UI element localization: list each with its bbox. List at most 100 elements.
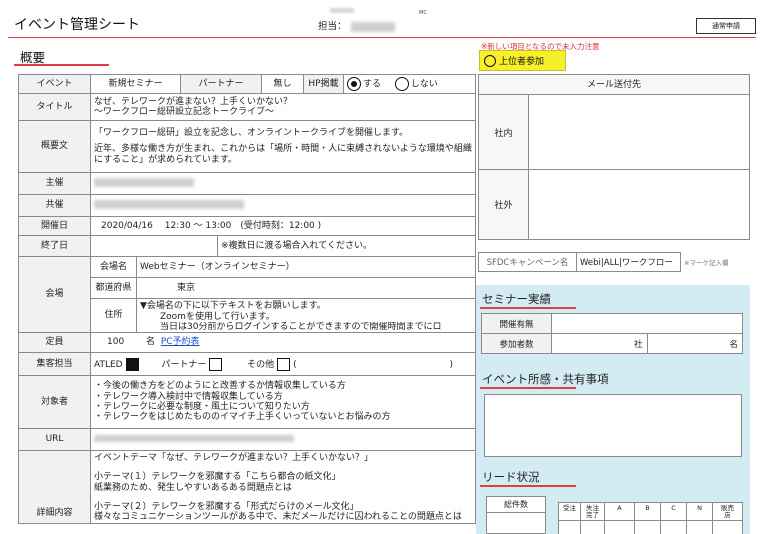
- prefecture-label: 都道府県: [90, 277, 137, 299]
- upper-join-toggle[interactable]: 上位者参加: [479, 50, 566, 71]
- title-label: タイトル: [18, 93, 91, 121]
- details-line-2: 小テーマ(１）テレワークを邪魔する「こちら都合の紙文化」: [94, 472, 341, 483]
- title-line-1: なぜ、テレワークが進まない？上手くいかない？: [94, 96, 293, 107]
- summary-field[interactable]: 「ワークフロー総研」設立を記念し、オンライントークライブを開催します。 近年、多…: [89, 120, 477, 173]
- partner-value[interactable]: 無し: [261, 74, 305, 94]
- summary-line-1: 「ワークフロー総研」設立を記念し、オンライントークライブを開催します。: [94, 127, 409, 138]
- venue-label: 会場: [18, 256, 91, 333]
- atled-label: ATLED: [94, 359, 123, 370]
- overview-underline: [14, 64, 109, 66]
- owner-name-redacted: [350, 21, 395, 32]
- leads-area: 総件数 受注 失注 完了 A B C N 販売 店: [484, 494, 743, 534]
- partner-option-label: パートナー: [161, 359, 207, 370]
- hp-radio-group: する しない: [343, 74, 477, 94]
- lead-cell[interactable]: [634, 520, 661, 534]
- date-field[interactable]: 2020/04/16 12:30 ～ 13:00 (受付時刻：12:00 ): [89, 216, 477, 236]
- mail-external-field[interactable]: [529, 170, 749, 239]
- recruit-field: ATLED パートナー その他 ( ): [89, 352, 477, 376]
- title-field[interactable]: なぜ、テレワークが進まない？上手くいかない？ ～ワークフロー総研設立記念トークラ…: [89, 93, 477, 121]
- url-field[interactable]: [89, 428, 477, 451]
- hp-no-label: しない: [410, 79, 438, 90]
- lead-cell[interactable]: [604, 520, 635, 534]
- cohost-field[interactable]: [89, 194, 477, 217]
- audience-item: ・テレワーク導入検討中で情報収集している方: [94, 391, 283, 402]
- lead-total-field[interactable]: [487, 513, 545, 533]
- audience-field[interactable]: ・今後の働き方をどのようにと改善するか情報収集している方 ・テレワーク導入検討中…: [89, 375, 477, 429]
- prefecture-value[interactable]: 東京: [135, 277, 477, 299]
- sfdc-marketing-note: ※マーケ記入欄: [684, 259, 729, 267]
- summary-line-2: 近年、多様な働き方が生まれ、これからは「場所・時間・人に束縛されないような環境や…: [94, 144, 472, 165]
- host-label: 主催: [18, 172, 91, 195]
- owner-label: 担当：: [318, 21, 347, 32]
- mail-recipients-box: メール送付先 社内 社外: [478, 74, 750, 240]
- leads-heading: リード状況: [482, 470, 540, 484]
- audience-label: 対象者: [18, 375, 91, 429]
- end-date-label: 終了日: [18, 235, 91, 257]
- checkbox-checked-icon[interactable]: [125, 357, 139, 371]
- audience-item: ・テレワークに必要な制度・風土について知りたい方: [94, 402, 310, 412]
- impressions-underline: [480, 387, 576, 389]
- mail-internal-label: 社内: [479, 95, 529, 169]
- lead-cell[interactable]: [558, 520, 581, 534]
- sfdc-campaign-value[interactable]: Webi|ALL|ワークフロー: [577, 252, 681, 272]
- hp-label: HP掲載: [303, 74, 345, 94]
- details-label: 詳細内容: [18, 450, 91, 524]
- impressions-textarea[interactable]: [484, 394, 742, 457]
- end-date-field[interactable]: [89, 235, 219, 257]
- address-line-3: 当日は30分前からログインすることができますので開催時間までにロ: [160, 321, 442, 330]
- mail-external-label: 社外: [479, 170, 529, 239]
- checkbox-partner-icon[interactable]: [209, 357, 223, 371]
- url-label: URL: [18, 428, 91, 451]
- event-label: イベント: [18, 74, 91, 94]
- lead-cell[interactable]: [712, 520, 743, 534]
- capacity-field: 100 名 PC予約表: [89, 332, 477, 353]
- lead-col-header: 販売 店: [712, 502, 743, 521]
- sfdc-campaign-row: SFDCキャンペーン名 Webi|ALL|ワークフロー ※マーケ記入欄: [478, 252, 728, 272]
- details-line-5: 様々なコミュニケーションツールがある中で、未だメールだけに囚われることの問題点と…: [94, 512, 462, 523]
- apply-button[interactable]: 通常申請: [696, 18, 756, 34]
- lead-col-header: 受注: [558, 502, 581, 521]
- lead-cell[interactable]: [660, 520, 687, 534]
- participant-persons-field[interactable]: 名: [646, 333, 743, 354]
- seminar-results-table: 開催有無 参加者数 社 名: [481, 313, 743, 354]
- sfdc-campaign-label: SFDCキャンペーン名: [478, 252, 577, 272]
- mail-internal-row: 社内: [479, 95, 749, 170]
- radio-unselected-icon[interactable]: [394, 77, 409, 91]
- mail-recipients-title: メール送付先: [479, 75, 749, 95]
- recruit-label: 集客担当: [18, 352, 91, 376]
- lead-col-header: A: [604, 502, 635, 521]
- address-field[interactable]: ▼会場名の下に以下テキストをお願いします。 Zoomを使用して行います。 当日は…: [135, 298, 477, 333]
- held-label: 開催有無: [481, 313, 552, 334]
- audience-item: ・テレワークをはじめたもののイマイチ上手くいっていないとお悩みの方: [94, 412, 391, 423]
- event-type-value[interactable]: 新規セミナー: [89, 74, 182, 94]
- hp-yes-label: する: [363, 79, 382, 90]
- held-field[interactable]: [551, 313, 743, 334]
- summary-label: 概要文: [18, 120, 91, 173]
- address-line-2: Zoomを使用して行います。: [160, 311, 275, 322]
- owner-field: 担当：: [318, 18, 395, 32]
- lead-cell[interactable]: [580, 520, 605, 534]
- header-divider: [8, 37, 756, 38]
- capacity-value[interactable]: 100: [107, 337, 124, 347]
- capacity-label: 定員: [18, 332, 91, 353]
- capacity-unit: 名: [145, 337, 155, 348]
- venue-name-label: 会場名: [90, 256, 137, 278]
- lead-total-box: 総件数: [486, 496, 546, 534]
- pc-reservation-link[interactable]: PC予約表: [161, 337, 200, 347]
- checkbox-other-icon[interactable]: [277, 357, 291, 371]
- lead-col-header: B: [634, 502, 661, 521]
- radio-circle-icon: [484, 54, 496, 67]
- details-field[interactable]: イベントテーマ「なぜ、テレワークが進まない？上手くいかない？」 小テーマ(１）テ…: [89, 450, 477, 524]
- lead-col-header: 失注 完了: [580, 502, 605, 521]
- address-line-1: ▼会場名の下に以下テキストをお願いします。: [140, 301, 326, 312]
- participant-companies-field[interactable]: 社: [551, 333, 648, 354]
- title-line-2: ～ワークフロー総研設立記念トークライブ～: [94, 107, 275, 117]
- lead-cell[interactable]: [686, 520, 713, 534]
- venue-name-value[interactable]: Webセミナー（オンラインセミナー）: [135, 256, 477, 278]
- host-field[interactable]: [89, 172, 477, 195]
- radio-selected-icon[interactable]: [347, 77, 362, 91]
- mail-internal-field[interactable]: [529, 95, 749, 169]
- lead-status-table: 受注 失注 完了 A B C N 販売 店: [558, 502, 743, 534]
- redacted-text: [330, 8, 354, 13]
- results-panel: セミナー実績 開催有無 参加者数 社 名 イベント所感・共有事項 リード状況 総…: [476, 285, 750, 534]
